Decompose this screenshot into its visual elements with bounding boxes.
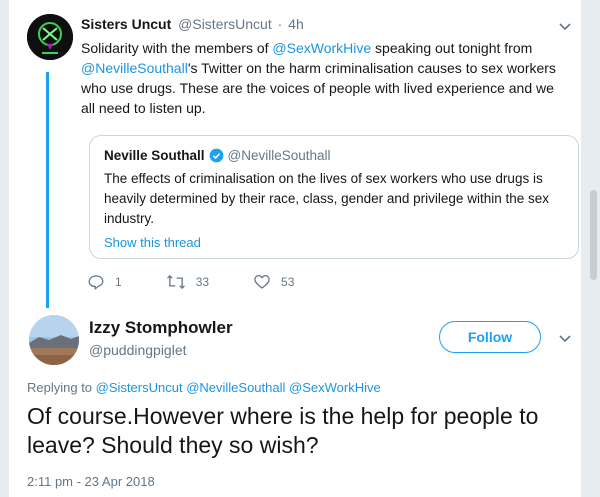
tweet-text: Of course.However where is the help for …	[27, 403, 539, 458]
retweet-button[interactable]: 33	[166, 273, 209, 291]
mention-link[interactable]: @SexWorkHive	[272, 40, 371, 56]
quoted-author-name: Neville Southall	[104, 148, 205, 163]
tweet-card: Sisters Uncut @SistersUncut · 4h Solidar…	[8, 0, 582, 497]
author-name[interactable]: Izzy Stomphowler	[89, 318, 233, 338]
like-button[interactable]: 53	[253, 273, 294, 291]
mention-link[interactable]: @NevilleSouthall	[81, 60, 188, 76]
mention-link[interactable]: @SistersUncut	[96, 380, 183, 395]
replying-to: Replying to @SistersUncut @NevilleSoutha…	[27, 380, 381, 395]
tweet-timestamp[interactable]: 2:11 pm - 23 Apr 2018	[27, 474, 155, 489]
like-count: 53	[281, 275, 295, 289]
author-handle[interactable]: @puddingpiglet	[89, 342, 187, 358]
mention-link[interactable]: @SexWorkHive	[289, 380, 381, 395]
tweet-header: Sisters Uncut @SistersUncut · 4h	[81, 16, 304, 32]
show-thread-link[interactable]: Show this thread	[104, 235, 564, 250]
reply-button[interactable]: 1	[87, 273, 122, 291]
tweet-text-segment: Solidarity with the members of	[81, 40, 273, 56]
replying-to-label: Replying to	[27, 380, 93, 395]
reply-icon	[88, 275, 104, 291]
tweet-text: Solidarity with the members of @SexWorkH…	[81, 38, 571, 118]
reply-count: 1	[115, 275, 122, 289]
tweet-actions: 1 33 53	[87, 273, 338, 291]
mention-link[interactable]: @NevilleSouthall	[186, 380, 285, 395]
tweet-text-segment: speaking out tonight from	[371, 40, 533, 56]
author-handle[interactable]: @SistersUncut	[178, 16, 272, 32]
heart-icon	[254, 274, 270, 289]
quoted-tweet-text: The effects of criminalisation on the li…	[104, 171, 549, 226]
follow-button[interactable]: Follow	[439, 321, 541, 353]
chevron-down-icon[interactable]	[557, 330, 573, 346]
avatar[interactable]	[29, 315, 79, 365]
thread-connector-line	[46, 72, 49, 308]
retweet-count: 33	[195, 275, 210, 289]
quoted-tweet-header: Neville Southall @NevilleSouthall	[104, 148, 564, 163]
tweet-time[interactable]: 4h	[288, 16, 304, 32]
scrollbar[interactable]	[590, 190, 597, 280]
chevron-down-icon[interactable]	[557, 18, 573, 34]
verified-badge-icon	[209, 148, 224, 163]
quoted-tweet[interactable]: Neville Southall @NevilleSouthall The ef…	[89, 135, 579, 259]
author-name[interactable]: Sisters Uncut	[81, 16, 171, 32]
avatar[interactable]	[27, 14, 73, 60]
retweet-icon	[166, 274, 185, 290]
quoted-author-handle: @NevilleSouthall	[227, 148, 331, 163]
separator: ·	[277, 16, 283, 32]
